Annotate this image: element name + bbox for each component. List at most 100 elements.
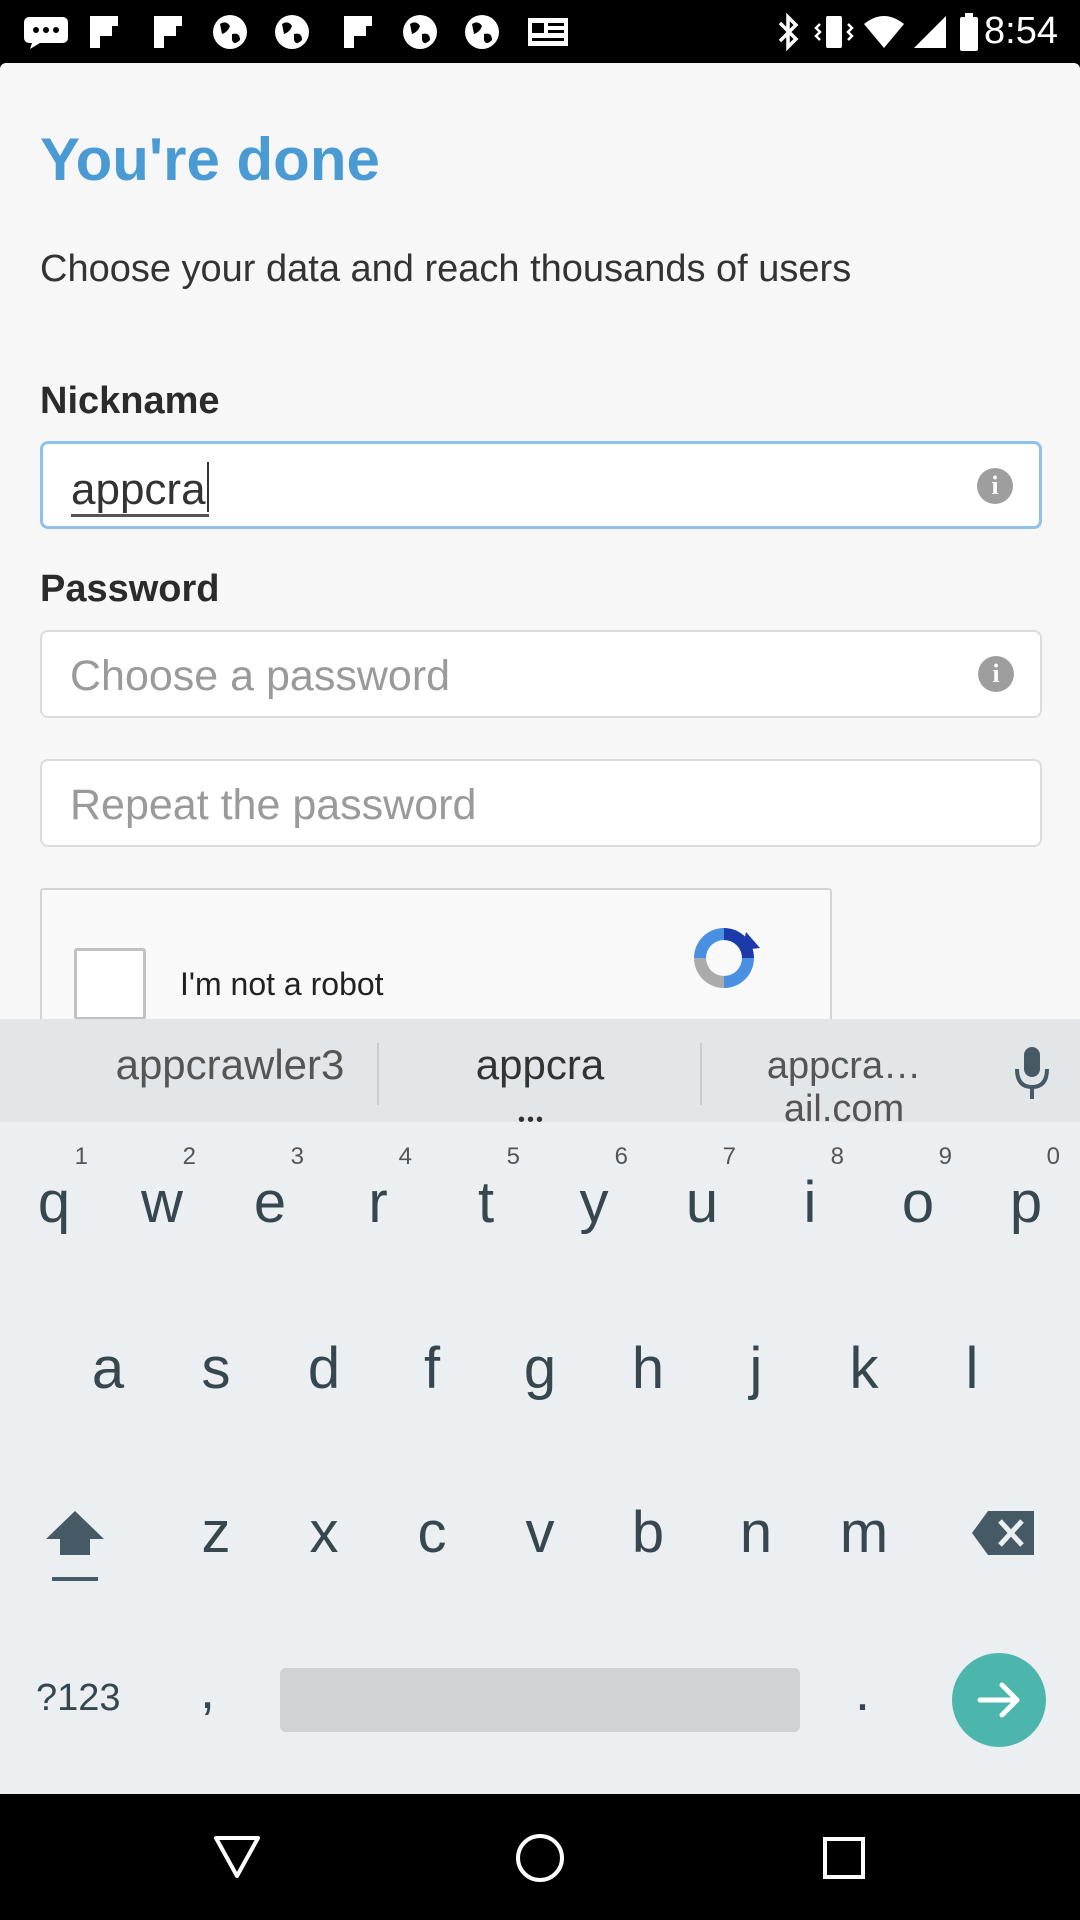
period-key[interactable]: . xyxy=(855,1661,870,1723)
key-label: j xyxy=(749,1336,763,1401)
key-label: o xyxy=(901,1170,935,1235)
key-hint: 0 xyxy=(1046,1143,1060,1170)
key-label: r xyxy=(368,1170,388,1235)
key-label: m xyxy=(839,1500,889,1565)
shift-key-icon[interactable] xyxy=(40,1505,110,1599)
key-label: z xyxy=(201,1500,231,1565)
key-v[interactable]: v xyxy=(486,1459,594,1599)
navigation-bar xyxy=(0,1794,1080,1920)
key-j[interactable]: j xyxy=(702,1295,810,1435)
password-label: Password xyxy=(40,568,220,610)
key-q[interactable]: 1q xyxy=(0,1129,108,1269)
key-w[interactable]: 2w xyxy=(108,1129,216,1269)
chat-icon xyxy=(22,14,70,50)
globe-icon xyxy=(462,14,502,50)
key-o[interactable]: 9o xyxy=(864,1129,972,1269)
recents-square-icon[interactable] xyxy=(822,1836,866,1880)
suggestion-left[interactable]: appcrawler3 xyxy=(80,1041,380,1089)
bluetooth-icon xyxy=(776,12,802,52)
key-n[interactable]: n xyxy=(702,1459,810,1599)
key-label: i xyxy=(803,1170,817,1235)
key-label: x xyxy=(309,1500,339,1565)
comma-key[interactable]: , xyxy=(200,1659,215,1721)
nickname-value: appcra xyxy=(71,462,209,517)
suggestion-center[interactable]: appcra xyxy=(400,1041,680,1089)
key-s[interactable]: s xyxy=(162,1295,270,1435)
key-label: t xyxy=(477,1170,495,1235)
space-bar[interactable] xyxy=(280,1668,800,1732)
key-u[interactable]: 7u xyxy=(648,1129,756,1269)
key-hint: 5 xyxy=(506,1143,520,1170)
key-label: k xyxy=(849,1336,879,1401)
captcha-label: I'm not a robot xyxy=(180,966,384,1002)
globe-icon xyxy=(400,14,440,50)
recaptcha-widget: I'm not a robot xyxy=(40,888,832,1019)
key-label: v xyxy=(525,1500,555,1565)
key-e[interactable]: 3e xyxy=(216,1129,324,1269)
text-caret xyxy=(206,462,209,512)
status-bar: 8:54 xyxy=(0,0,1080,63)
key-m[interactable]: m xyxy=(810,1459,918,1599)
recaptcha-logo-icon xyxy=(694,928,760,988)
key-b[interactable]: b xyxy=(594,1459,702,1599)
key-f[interactable]: f xyxy=(378,1295,486,1435)
key-t[interactable]: 5t xyxy=(432,1129,540,1269)
signup-form: You're done Choose your data and reach t… xyxy=(0,63,1080,1019)
microphone-icon[interactable] xyxy=(1012,1045,1052,1101)
key-hint: 4 xyxy=(398,1143,412,1170)
flipboard-icon xyxy=(342,14,374,50)
signal-icon xyxy=(912,14,948,50)
key-hint: 9 xyxy=(938,1143,952,1170)
key-y[interactable]: 6y xyxy=(540,1129,648,1269)
globe-icon xyxy=(272,14,312,50)
key-label: c xyxy=(417,1500,447,1565)
info-icon[interactable]: i xyxy=(977,468,1013,504)
key-label: q xyxy=(37,1170,71,1235)
key-h[interactable]: h xyxy=(594,1295,702,1435)
key-r[interactable]: 4r xyxy=(324,1129,432,1269)
key-label: b xyxy=(631,1500,665,1565)
arrow-right-icon xyxy=(977,1682,1020,1718)
symbols-key[interactable]: ?123 xyxy=(36,1677,121,1720)
page-title: You're done xyxy=(40,126,380,193)
go-button[interactable] xyxy=(952,1653,1046,1747)
back-triangle-icon[interactable] xyxy=(212,1834,262,1880)
key-g[interactable]: g xyxy=(486,1295,594,1435)
info-icon[interactable]: i xyxy=(978,656,1014,692)
key-hint: 2 xyxy=(182,1143,196,1170)
suggestion-divider xyxy=(700,1043,702,1105)
key-i[interactable]: 8i xyxy=(756,1129,864,1269)
key-c[interactable]: c xyxy=(378,1459,486,1599)
key-label: l xyxy=(965,1336,979,1401)
key-a[interactable]: a xyxy=(54,1295,162,1435)
key-hint: 6 xyxy=(614,1143,628,1170)
wifi-icon xyxy=(862,14,906,50)
key-p[interactable]: 0p xyxy=(972,1129,1080,1269)
key-k[interactable]: k xyxy=(810,1295,918,1435)
repeat-password-field[interactable]: Repeat the password xyxy=(40,759,1042,847)
clock: 8:54 xyxy=(984,10,1058,52)
vibrate-icon xyxy=(812,14,856,50)
globe-icon xyxy=(210,14,250,50)
key-l[interactable]: l xyxy=(918,1295,1026,1435)
nickname-label: Nickname xyxy=(40,380,220,422)
key-x[interactable]: x xyxy=(270,1459,378,1599)
captcha-checkbox[interactable] xyxy=(74,948,146,1019)
home-circle-icon[interactable] xyxy=(514,1832,566,1884)
password-field[interactable]: Choose a password i xyxy=(40,630,1042,718)
nickname-field[interactable]: appcra i xyxy=(40,441,1042,529)
screen: 8:54 You're done Choose your data and re… xyxy=(0,0,1080,1920)
key-label: p xyxy=(1009,1170,1043,1235)
key-label: s xyxy=(201,1336,231,1401)
key-hint: 8 xyxy=(830,1143,844,1170)
key-z[interactable]: z xyxy=(162,1459,270,1599)
key-label: f xyxy=(423,1336,441,1401)
key-label: w xyxy=(141,1170,183,1235)
backspace-key-icon[interactable] xyxy=(970,1509,1036,1557)
key-label: n xyxy=(739,1500,773,1565)
flipboard-icon xyxy=(152,14,184,50)
newspaper-icon xyxy=(526,14,570,50)
key-hint: 1 xyxy=(74,1143,88,1170)
suggestion-right[interactable]: appcra…ail.com xyxy=(716,1045,972,1131)
key-d[interactable]: d xyxy=(270,1295,378,1435)
